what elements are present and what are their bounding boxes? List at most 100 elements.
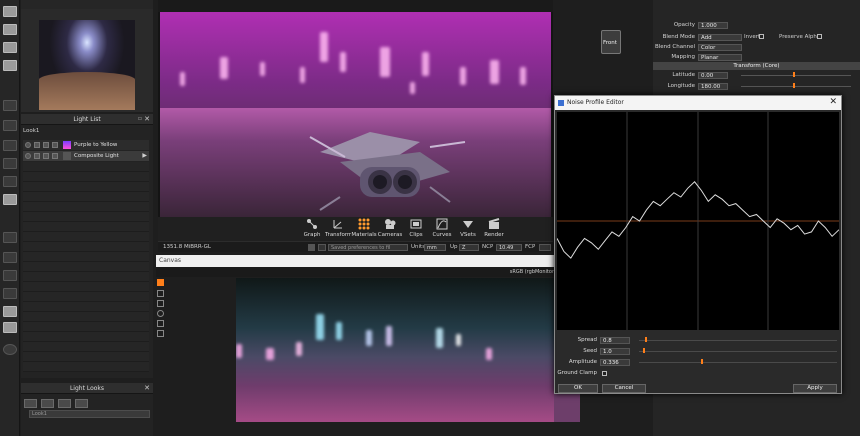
clips-button[interactable]: Clips bbox=[403, 217, 429, 241]
latitude-slider[interactable] bbox=[741, 75, 851, 76]
help-icon[interactable] bbox=[3, 344, 17, 355]
noise-profile-graph[interactable] bbox=[557, 112, 839, 330]
cancel-button[interactable]: Cancel bbox=[602, 384, 646, 393]
blend-mode-select[interactable]: Add bbox=[698, 34, 742, 41]
panel-tool-icon[interactable] bbox=[3, 194, 17, 205]
layers-tool-icon[interactable] bbox=[3, 158, 17, 169]
move-tool-icon[interactable] bbox=[3, 120, 17, 131]
spread-slider-handle[interactable] bbox=[645, 337, 647, 342]
spread-slider[interactable] bbox=[639, 340, 837, 341]
seed-slider[interactable] bbox=[639, 351, 837, 352]
pointer-tool-icon[interactable] bbox=[3, 288, 17, 299]
renderer-label: RR-GL bbox=[194, 244, 211, 250]
canvas-colorspace: sRGB (rgbMonitor bbox=[509, 269, 554, 275]
look-field[interactable]: Look1 bbox=[29, 410, 150, 418]
graph-button[interactable]: Graph bbox=[299, 217, 325, 241]
graph-label: Graph bbox=[303, 232, 321, 238]
ground-clamp-checkbox[interactable] bbox=[602, 371, 607, 376]
preserve-alpha-label: Preserve Alpha bbox=[779, 34, 821, 40]
eraser-tool-icon[interactable] bbox=[3, 6, 17, 17]
transform-core-section[interactable]: Transform (Core) bbox=[653, 62, 860, 70]
delete-tool-icon[interactable] bbox=[3, 232, 17, 243]
spread-field[interactable]: 0.8 bbox=[600, 337, 630, 344]
hdr-tool-icon[interactable] bbox=[3, 306, 17, 317]
light-list-title: Light List bbox=[73, 116, 101, 123]
brush-tool-icon[interactable] bbox=[3, 100, 17, 111]
bar-tool-icon[interactable] bbox=[3, 140, 17, 151]
pin-icon[interactable]: ▫ bbox=[138, 115, 142, 122]
sphere-tool-icon[interactable] bbox=[3, 322, 17, 333]
export-tool-icon[interactable] bbox=[3, 270, 17, 281]
solo-icon[interactable] bbox=[34, 153, 40, 159]
light-list-panel: Light List ▫ ✕ Look1 Purple to Yellow Co… bbox=[21, 114, 153, 378]
duplicate-look-button[interactable] bbox=[41, 399, 54, 408]
curves-button[interactable]: Curves bbox=[429, 217, 455, 241]
pointer-icon[interactable] bbox=[157, 290, 164, 297]
materials-button[interactable]: Materials bbox=[351, 217, 377, 241]
delete-look-button[interactable] bbox=[75, 399, 88, 408]
amplitude-slider[interactable] bbox=[639, 362, 837, 363]
brush-icon[interactable] bbox=[157, 279, 164, 286]
amplitude-slider-handle[interactable] bbox=[701, 359, 703, 364]
ncp-field[interactable]: 10.49 bbox=[496, 244, 522, 251]
dialog-titlebar[interactable]: Noise Profile Editor ✕ bbox=[555, 96, 841, 110]
mapping-select[interactable]: Planar bbox=[698, 54, 742, 61]
square-tool-icon[interactable] bbox=[3, 252, 17, 263]
spaceship-model[interactable] bbox=[300, 112, 470, 212]
lock-icon[interactable] bbox=[43, 153, 49, 159]
lock-icon[interactable] bbox=[43, 142, 49, 148]
canvas-toolbar: sRGB (rgbMonitor bbox=[156, 267, 554, 277]
mute-icon[interactable] bbox=[52, 153, 58, 159]
blend-channel-select[interactable]: Color bbox=[698, 44, 742, 51]
units-label: Units bbox=[411, 244, 426, 250]
paint-tool-icon[interactable] bbox=[3, 24, 17, 35]
longitude-slider[interactable] bbox=[741, 86, 851, 87]
copy-look-button[interactable] bbox=[58, 399, 71, 408]
settings-tool-icon[interactable] bbox=[3, 60, 17, 71]
mute-icon[interactable] bbox=[52, 142, 58, 148]
close-icon[interactable]: ✕ bbox=[144, 384, 150, 392]
solo-icon[interactable] bbox=[34, 142, 40, 148]
apply-button[interactable]: Apply bbox=[793, 384, 837, 393]
app-icon bbox=[558, 100, 564, 106]
cameras-button[interactable]: Cameras bbox=[377, 217, 403, 241]
transform-button[interactable]: Transform bbox=[325, 217, 351, 241]
fit-icon[interactable] bbox=[157, 330, 164, 337]
latitude-label: Latitude bbox=[672, 72, 695, 78]
expand-arrow-icon[interactable]: ▶ bbox=[142, 152, 147, 159]
fill-tool-icon[interactable] bbox=[3, 42, 17, 53]
strip-tool-icon[interactable] bbox=[3, 176, 17, 187]
hand-icon[interactable] bbox=[157, 300, 164, 307]
fcp-field[interactable] bbox=[539, 244, 551, 251]
visibility-eye-icon[interactable] bbox=[25, 153, 31, 159]
light-list-item[interactable]: Composite Light ▶ bbox=[23, 151, 149, 161]
canvas-side-tools bbox=[156, 277, 166, 337]
close-icon[interactable]: ✕ bbox=[144, 115, 150, 123]
opacity-field[interactable]: 1.000 bbox=[698, 22, 728, 29]
environment-thumbnail[interactable] bbox=[39, 20, 135, 110]
vsets-button[interactable]: VSets bbox=[455, 217, 481, 241]
latitude-slider-handle[interactable] bbox=[793, 72, 795, 77]
latitude-field[interactable]: 0.00 bbox=[698, 72, 728, 79]
clips-label: Clips bbox=[409, 232, 423, 238]
visibility-eye-icon[interactable] bbox=[25, 142, 31, 148]
ok-button[interactable]: OK bbox=[558, 384, 598, 393]
render-view[interactable] bbox=[160, 12, 551, 217]
zoom-icon[interactable] bbox=[157, 310, 164, 317]
crop-icon[interactable] bbox=[157, 320, 164, 327]
units-select[interactable]: mm bbox=[424, 244, 446, 251]
add-look-button[interactable] bbox=[24, 399, 37, 408]
seed-slider-handle[interactable] bbox=[643, 348, 645, 353]
longitude-field[interactable]: 180.00 bbox=[698, 83, 728, 90]
up-axis-select[interactable]: Z bbox=[459, 244, 479, 251]
section-title: Transform (Core) bbox=[733, 63, 780, 69]
preserve-alpha-checkbox[interactable] bbox=[817, 34, 822, 39]
light-list-item[interactable]: Purple to Yellow bbox=[23, 140, 149, 150]
longitude-slider-handle[interactable] bbox=[793, 83, 795, 88]
link-icon[interactable] bbox=[308, 244, 315, 251]
canvas-hdr-image[interactable] bbox=[236, 278, 554, 422]
render-button[interactable]: Render bbox=[481, 217, 507, 241]
amplitude-field[interactable]: 0.336 bbox=[600, 359, 630, 366]
close-icon[interactable]: ✕ bbox=[829, 97, 837, 107]
seed-field[interactable]: 1.0 bbox=[600, 348, 630, 355]
